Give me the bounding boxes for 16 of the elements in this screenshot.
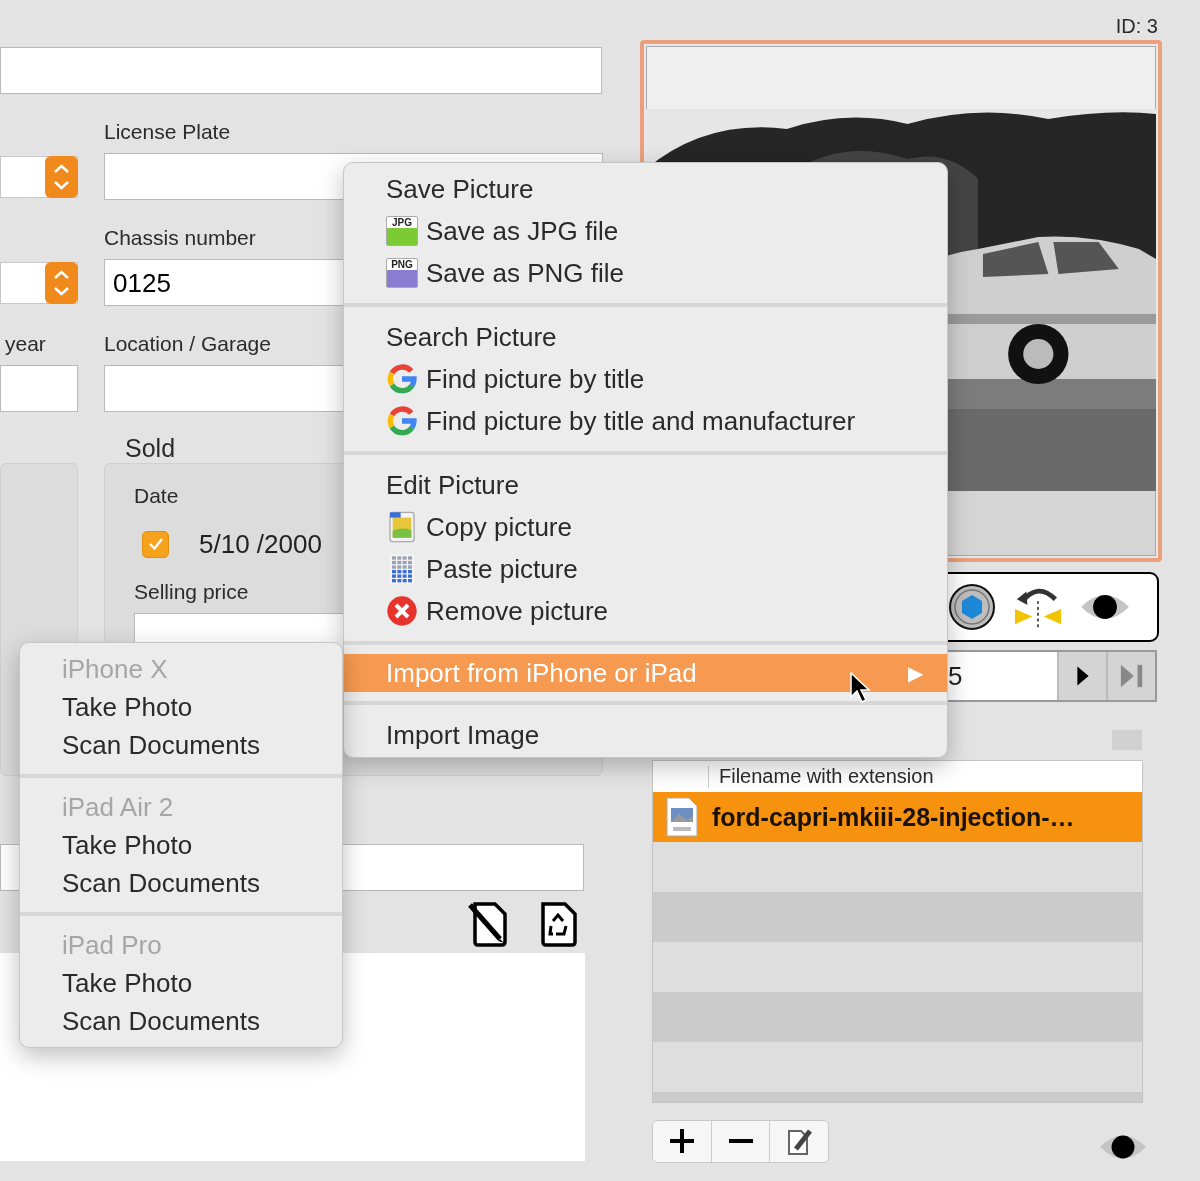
device-name: iPhone X: [61, 653, 169, 686]
jpg-file-icon: JPG: [386, 216, 418, 246]
menu-header: Save Picture: [385, 172, 535, 206]
field-label: Selling price: [134, 579, 249, 605]
device-name: iPad Pro: [61, 929, 163, 962]
group-title: Sold: [124, 433, 176, 463]
record-id: ID: 3: [1115, 14, 1159, 39]
menu-header: Edit Picture: [385, 468, 520, 502]
field-label: Date: [134, 483, 179, 509]
device-name: iPad Air 2: [61, 791, 175, 824]
png-file-icon: PNG: [386, 258, 418, 288]
field-label: License Plate: [104, 119, 231, 145]
field-label: Chassis number: [104, 225, 256, 251]
menu-header: Search Picture: [385, 320, 558, 354]
field-label: Location / Garage: [104, 331, 271, 357]
field-label: year: [4, 331, 46, 357]
